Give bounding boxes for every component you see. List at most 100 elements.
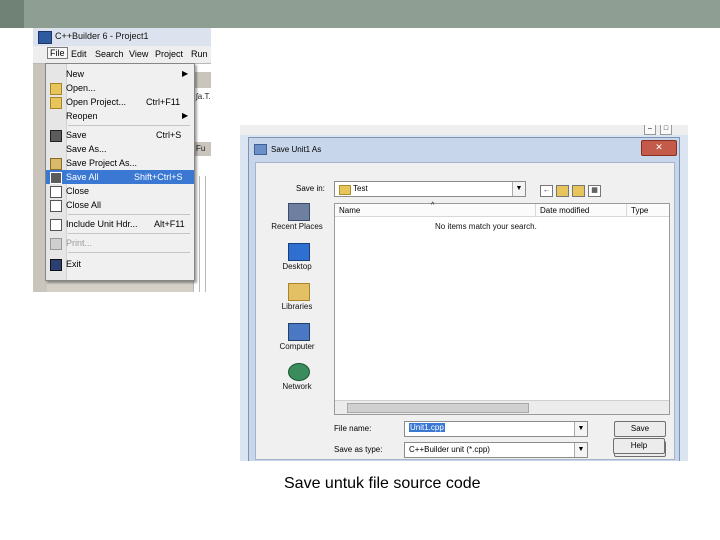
slide-top-bar-accent (0, 0, 24, 28)
save-as-type-value: C++Builder unit (*.cpp) (409, 445, 490, 454)
menu-item-close-all[interactable]: Close All (46, 198, 194, 212)
menu-item-open-project[interactable]: Open Project... Ctrl+F11 (46, 95, 194, 109)
folder-icon (339, 185, 351, 195)
save-button[interactable]: Save (614, 421, 666, 437)
save-project-icon (50, 158, 62, 170)
dialog-title: Save Unit1 As (271, 145, 322, 154)
menu-item-close[interactable]: Close (46, 184, 194, 198)
menu-item-include-unit-hdr[interactable]: Include Unit Hdr... Alt+F11 (46, 217, 194, 231)
desktop-icon (288, 243, 310, 261)
new-folder-icon[interactable] (572, 185, 585, 197)
recent-places-icon (288, 203, 310, 221)
menu-item-label: Save As... (66, 144, 107, 154)
save-icon (50, 130, 62, 142)
menu-item-shortcut: Ctrl+F11 (146, 97, 181, 107)
close-file-icon (50, 186, 62, 198)
menu-item-exit[interactable]: Exit (46, 257, 194, 271)
place-libraries[interactable]: Libraries (262, 283, 332, 321)
back-arrow-icon[interactable]: ← (540, 185, 553, 197)
slide-top-bar (0, 0, 720, 28)
close-all-icon (50, 200, 62, 212)
open-folder-icon (50, 83, 62, 95)
sort-arrow-icon: ^ (431, 202, 435, 209)
column-header-label: Name (339, 206, 361, 215)
save-in-combo[interactable]: Test ▼ (334, 181, 526, 197)
menu-separator (68, 252, 190, 253)
minimize-icon[interactable]: – (644, 125, 656, 135)
place-computer[interactable]: Computer (262, 323, 332, 361)
scrollbar-thumb[interactable] (347, 403, 529, 413)
menu-item-label: Print... (66, 238, 93, 248)
file-list-view[interactable]: Name ^ Date modified Type No items match… (334, 202, 670, 415)
maximize-icon[interactable]: □ (660, 125, 672, 135)
chevron-down-icon: ▼ (512, 182, 525, 196)
menu-file[interactable]: File (47, 47, 68, 59)
menu-item-label: Save All (66, 172, 99, 182)
up-folder-icon[interactable] (556, 185, 569, 197)
menu-project[interactable]: Project (155, 49, 183, 59)
menu-item-save[interactable]: Save Ctrl+S (46, 128, 194, 142)
menu-item-shortcut: Alt+F11 (154, 219, 185, 229)
menu-separator (68, 214, 190, 215)
save-dialog: Save Unit1 As ✕ Save in: Test ▼ ← ▦ Rece… (248, 137, 680, 461)
menu-run[interactable]: Run (191, 49, 208, 59)
place-recent-places[interactable]: Recent Places (262, 203, 332, 241)
submenu-arrow-icon: ▶ (182, 69, 189, 78)
menu-item-label: Open Project... (66, 97, 127, 107)
open-project-icon (50, 97, 62, 109)
column-header-name[interactable]: Name ^ (335, 202, 536, 217)
menu-item-label: Close All (66, 200, 102, 210)
ide-title-bar: C++Builder 6 - Project1 (33, 28, 211, 46)
menu-item-open[interactable]: Open... (46, 81, 194, 95)
slide-caption: Save untuk file source code (284, 475, 481, 492)
menu-edit[interactable]: Edit (71, 49, 87, 59)
horizontal-scrollbar[interactable] (335, 400, 669, 414)
file-name-label: File name: (334, 424, 372, 433)
menu-view[interactable]: View (129, 49, 148, 59)
menu-item-shortcut: Ctrl+S (156, 130, 182, 140)
file-name-input[interactable]: Unit1.cpp ▼ (404, 421, 588, 437)
menu-item-new[interactable]: New ▶ (46, 67, 194, 81)
ide-component-label: ʃa.T.co (196, 92, 211, 101)
save-as-type-label: Save as type: (334, 445, 383, 454)
place-label: Libraries (281, 302, 313, 311)
save-all-icon (50, 172, 62, 184)
menu-item-shortcut: Shift+Ctrl+S (134, 172, 183, 182)
menu-separator (68, 233, 190, 234)
ide-window-title: C++Builder 6 - Project1 (55, 31, 149, 41)
menu-item-label: Exit (66, 259, 82, 269)
view-menu-icon[interactable]: ▦ (588, 185, 601, 197)
dialog-app-icon (254, 144, 267, 155)
menu-separator (68, 125, 190, 126)
menu-item-reopen[interactable]: Reopen ▶ (46, 109, 194, 123)
ide-form-label: Fu (196, 144, 206, 153)
menu-item-label: Save Project As... (66, 158, 138, 168)
print-icon (50, 238, 62, 250)
empty-folder-message: No items match your search. (435, 222, 537, 231)
menu-item-save-as[interactable]: Save As... (46, 142, 194, 156)
menu-item-label: Save (66, 130, 87, 140)
save-in-value: Test (353, 184, 368, 193)
file-name-value: Unit1.cpp (409, 423, 445, 432)
dialog-title-bar: Save Unit1 As ✕ (249, 138, 679, 160)
place-label: Recent Places (271, 222, 323, 231)
column-header-date-modified[interactable]: Date modified (536, 204, 627, 217)
menu-item-save-all[interactable]: Save All Shift+Ctrl+S (46, 170, 194, 184)
save-as-type-select[interactable]: C++Builder unit (*.cpp) ▼ (404, 442, 588, 458)
place-desktop[interactable]: Desktop (262, 243, 332, 281)
ide-object-inspector (193, 176, 211, 292)
menu-item-save-project-as[interactable]: Save Project As... (46, 156, 194, 170)
column-header-label: Date modified (540, 206, 590, 215)
column-header-label: Type (631, 206, 649, 215)
menu-item-label: Open... (66, 83, 96, 93)
column-header-type[interactable]: Type (627, 204, 669, 217)
menu-search[interactable]: Search (95, 49, 124, 59)
places-bar: Recent Places Desktop Libraries Computer… (262, 203, 332, 413)
help-button[interactable]: Help (613, 438, 665, 454)
ide-menubar: File Edit Search View Project Run (33, 46, 211, 64)
background-window-strip: – □ (240, 125, 688, 135)
menu-item-label: New (66, 69, 85, 79)
ide-screenshot: C++Builder 6 - Project1 File Edit Search… (33, 28, 211, 292)
place-network[interactable]: Network (262, 363, 332, 401)
dialog-close-button[interactable]: ✕ (641, 140, 677, 156)
